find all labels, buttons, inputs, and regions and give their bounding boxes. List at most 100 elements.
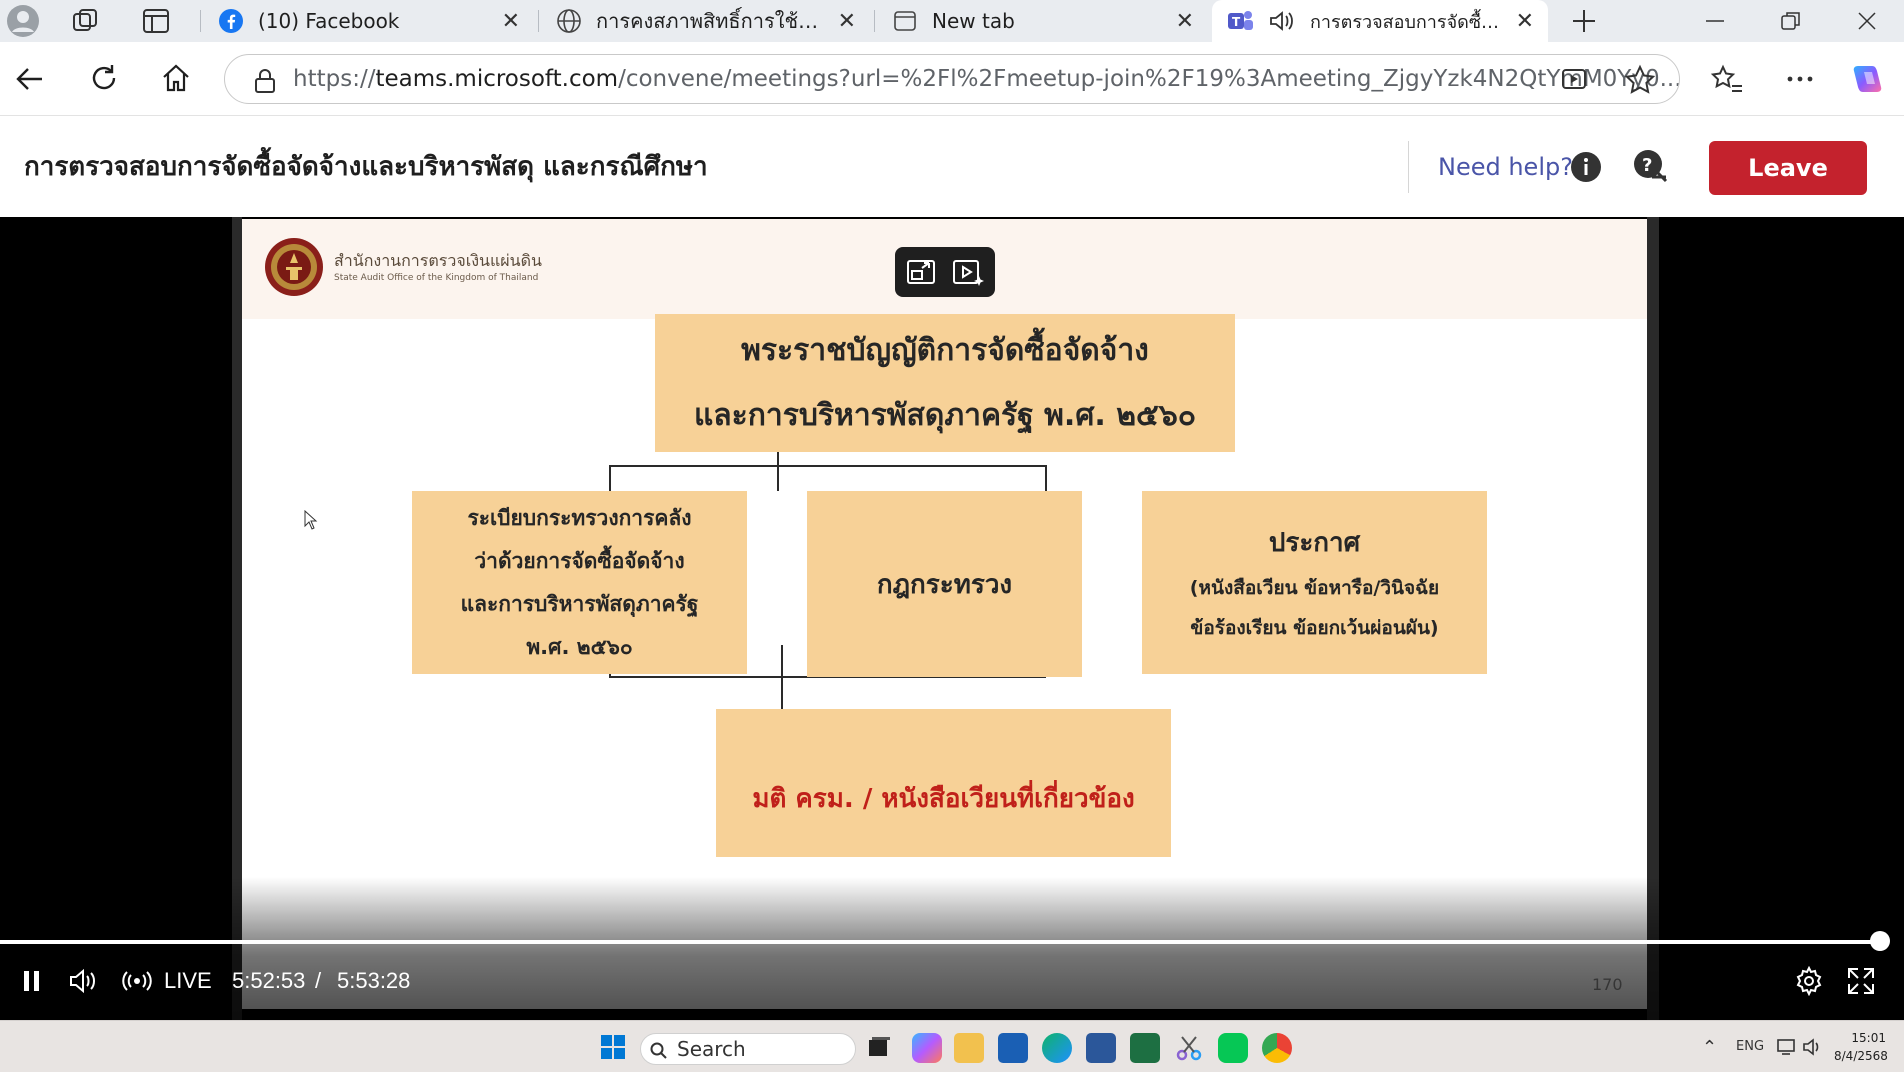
tab-facebook[interactable]: (10) Facebook ✕ (204, 0, 534, 42)
meeting-header: การตรวจสอบการจัดซื้อจัดจ้างและบริหารพัสด… (0, 117, 1904, 217)
tab-title: การตรวจสอบการจัดซื้อจัด (1310, 11, 1502, 33)
workspaces-icon[interactable] (72, 8, 100, 34)
favorite-star-icon[interactable] (1624, 64, 1656, 96)
connector-line (777, 465, 779, 491)
org-name-thai: สำนักงานการตรวจเงินแผ่นดิน (334, 251, 542, 270)
close-tab-icon[interactable]: ✕ (1176, 9, 1194, 34)
file-explorer-icon[interactable] (954, 1033, 984, 1063)
video-effects-icon[interactable] (951, 256, 985, 288)
address-bar[interactable]: https://teams.microsoft.com/convene/meet… (224, 54, 1680, 104)
video-stage[interactable]: สำนักงานการตรวจเงินแผ่นดิน State Audit O… (0, 217, 1904, 1020)
header-divider (1408, 141, 1409, 193)
live-broadcast-icon (122, 968, 152, 994)
close-window-icon[interactable] (1854, 8, 1880, 34)
info-icon[interactable] (1570, 151, 1602, 183)
volume-icon[interactable] (68, 968, 98, 994)
connector-line (1045, 465, 1047, 491)
regulation-line-3: และการบริหารพัสดุภาครัฐ (460, 591, 699, 616)
close-tab-icon[interactable]: ✕ (1516, 9, 1534, 34)
announcement-line-2: (หนังสือเวียน ข้อหารือ/วินิจฉัย (1189, 577, 1440, 599)
seek-bar[interactable] (0, 940, 1884, 944)
tab-separator (200, 10, 201, 32)
tray-chevron-icon[interactable]: ⌃ (1702, 1037, 1717, 1058)
snipping-tool-icon[interactable] (1174, 1033, 1204, 1063)
connector-line (609, 465, 611, 491)
settings-gear-icon[interactable] (1794, 966, 1824, 996)
ministerial-rule-box: กฎกระทรวง (807, 491, 1082, 677)
tab-title: การคงสภาพสิทธิ์การใช้งาน (596, 9, 824, 33)
total-time: 5:53:28 (337, 968, 411, 993)
back-icon[interactable] (14, 64, 46, 94)
pop-out-icon[interactable] (905, 256, 937, 288)
svg-text:?: ? (1642, 155, 1652, 176)
fullscreen-icon[interactable] (1846, 966, 1876, 996)
pause-icon[interactable] (20, 968, 44, 994)
close-tab-icon[interactable]: ✕ (502, 9, 520, 34)
mouse-cursor-icon (304, 510, 318, 530)
announcement-line-3: ข้อร้องเรียน ข้อยกเว้นผ่อนผัน) (1190, 617, 1439, 639)
announcement-title: ประกาศ (1268, 528, 1361, 558)
act-box: พระราชบัญญัติการจัดซื้อจัดจ้าง และการบริ… (655, 314, 1235, 452)
task-view-icon[interactable] (866, 1035, 892, 1061)
tab-title: New tab (932, 9, 1015, 33)
input-language[interactable]: ENG (1736, 1039, 1764, 1054)
teams-icon: T (1228, 11, 1253, 30)
lock-icon[interactable] (252, 68, 278, 94)
ministerial-rule-label: กฎกระทรวง (876, 569, 1013, 600)
copilot-app-icon[interactable] (912, 1033, 942, 1063)
svg-text:T: T (1232, 15, 1241, 29)
vertical-tabs-icon[interactable] (142, 8, 170, 34)
regulation-line-1: ระเบียบกระทรวงการคลัง (467, 505, 692, 530)
live-label: LIVE (164, 968, 212, 993)
tab-separator (538, 10, 539, 32)
new-tab-plus-icon[interactable] (1570, 7, 1598, 35)
restore-icon[interactable] (1778, 8, 1804, 34)
url-scheme: https:// (293, 66, 376, 92)
home-icon[interactable] (160, 62, 192, 94)
act-line-2: และการบริหารพัสดุภาครัฐ พ.ศ. ๒๕๖๐ (693, 398, 1197, 433)
regulation-box: ระเบียบกระทรวงการคลัง ว่าด้วยการจัดซื้อจ… (412, 491, 747, 674)
more-options-icon[interactable] (1784, 64, 1816, 94)
connector-line (781, 676, 783, 709)
refresh-icon[interactable] (88, 62, 120, 94)
taskbar-search-box[interactable]: Search (640, 1033, 856, 1065)
clock-time[interactable]: 15:01 (1846, 1031, 1886, 1045)
meeting-title: การตรวจสอบการจัดซื้อจัดจ้างและบริหารพัสด… (24, 152, 708, 182)
regulation-line-2: ว่าด้วยการจัดซื้อจัดจ้าง (474, 548, 685, 573)
immersive-reader-icon[interactable] (1560, 65, 1590, 95)
globe-icon (557, 9, 581, 33)
word-icon[interactable] (1086, 1033, 1116, 1063)
act-line-1: พระราชบัญญัติการจัดซื้อจัดจ้าง (741, 333, 1149, 368)
speaker-playing-icon[interactable] (1268, 8, 1296, 34)
copilot-icon[interactable] (1850, 60, 1888, 98)
facebook-icon (219, 9, 243, 33)
connector-line (781, 645, 783, 678)
tray-volume-icon[interactable] (1802, 1037, 1824, 1057)
help-chat-icon[interactable]: ? (1630, 147, 1670, 187)
clock-date[interactable]: 8/4/2568 (1834, 1049, 1888, 1063)
network-icon[interactable] (1776, 1037, 1798, 1057)
favorites-list-icon[interactable] (1710, 64, 1744, 96)
tab-thai-page[interactable]: การคงสภาพสิทธิ์การใช้งาน ✕ (542, 0, 870, 42)
tab-teams-meeting[interactable]: T การตรวจสอบการจัดซื้อจัด ✕ (1212, 0, 1548, 42)
profile-icon[interactable] (6, 4, 40, 38)
tab-new-tab[interactable]: New tab ✕ (878, 0, 1208, 42)
close-tab-icon[interactable]: ✕ (838, 9, 856, 34)
minimize-icon[interactable] (1702, 8, 1728, 34)
windows-taskbar: Search ⌃ ENG 15:01 8/4/2568 (0, 1020, 1904, 1072)
tab-title: (10) Facebook (258, 9, 400, 33)
chrome-icon[interactable] (1262, 1033, 1292, 1063)
leave-button[interactable]: Leave (1709, 141, 1867, 195)
search-icon (650, 1042, 668, 1060)
edge-browser-icon[interactable] (1042, 1033, 1072, 1063)
browser-toolbar: https://teams.microsoft.com/convene/meet… (0, 42, 1904, 116)
org-name-english: State Audit Office of the Kingdom of Tha… (334, 273, 539, 283)
excel-icon[interactable] (1130, 1033, 1160, 1063)
microsoft-store-icon[interactable] (998, 1033, 1028, 1063)
windows-start-icon[interactable] (600, 1034, 626, 1060)
line-app-icon[interactable] (1218, 1033, 1248, 1063)
stage-floating-toolbar (895, 247, 995, 297)
need-help-link[interactable]: Need help? (1438, 117, 1573, 217)
announcement-box: ประกาศ (หนังสือเวียน ข้อหารือ/วินิจฉัย ข… (1142, 491, 1487, 674)
tab-separator (874, 10, 875, 32)
